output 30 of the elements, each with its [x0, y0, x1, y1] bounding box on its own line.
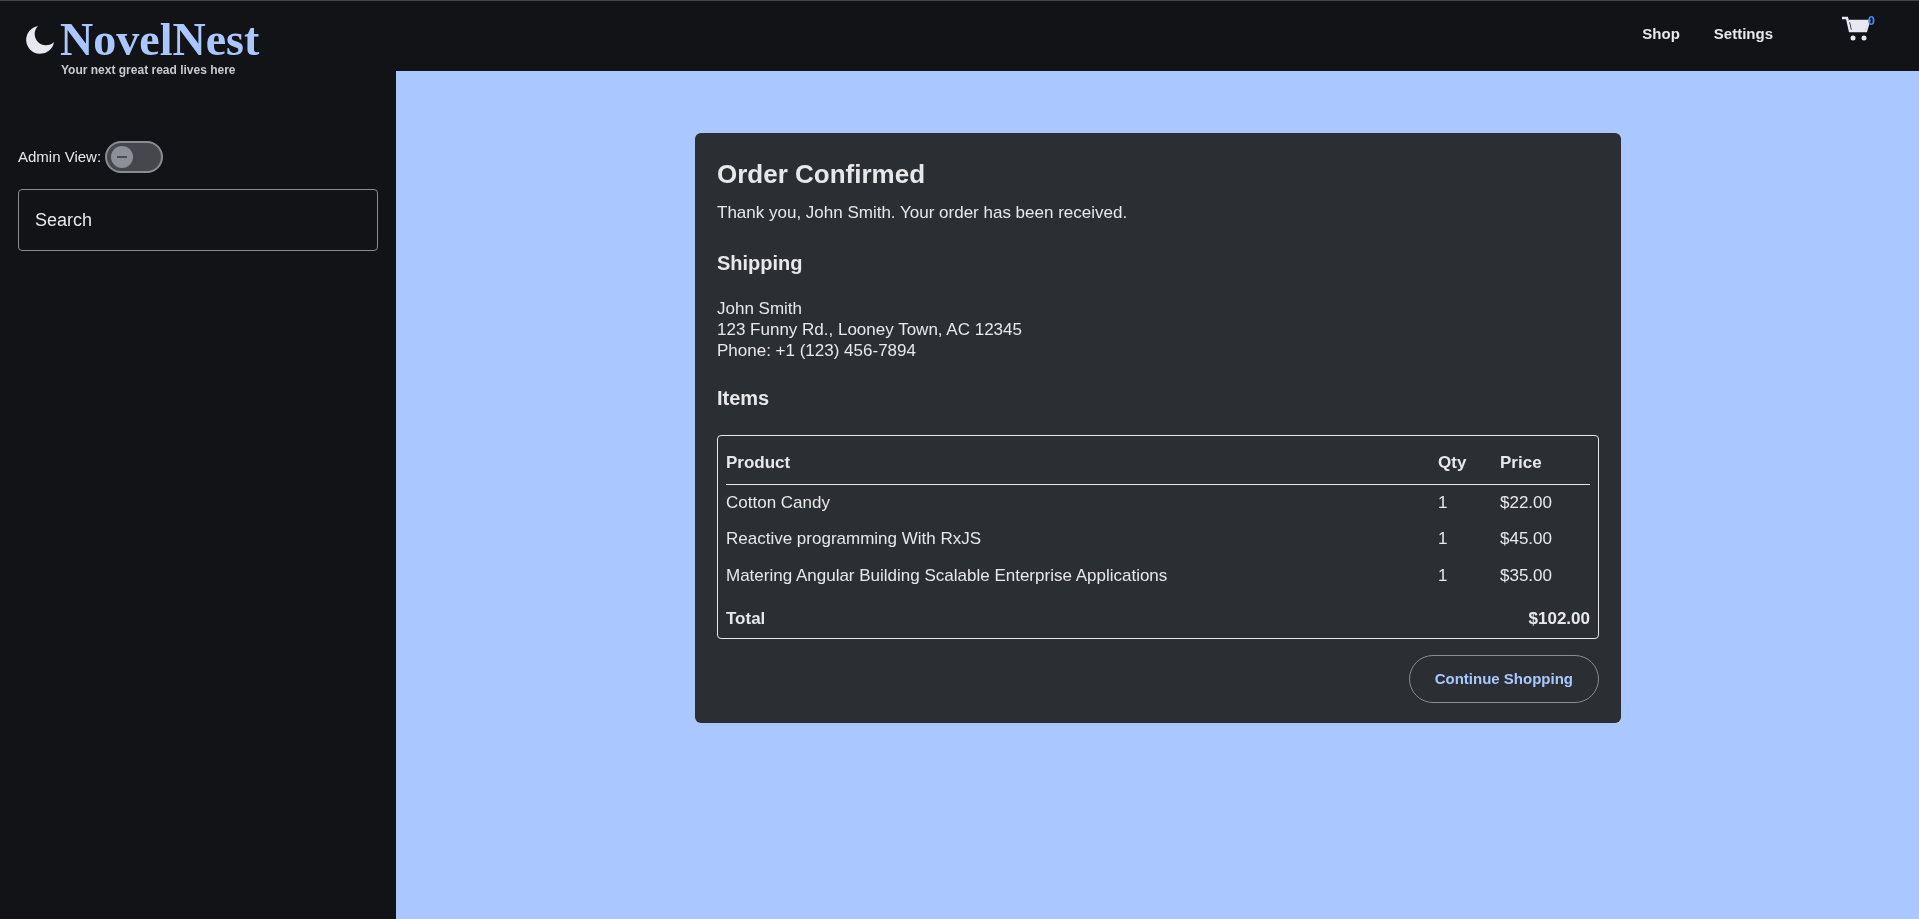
brand-name[interactable]: NovelNest	[60, 17, 260, 63]
moon-icon	[24, 24, 56, 56]
column-header: Price	[1500, 442, 1590, 485]
table-cell-text: $35.00	[1500, 564, 1553, 587]
table-cell-text: $45.00	[1500, 528, 1553, 551]
admin-view-toggle[interactable]	[105, 141, 164, 173]
nav-link[interactable]: Settings	[1713, 23, 1773, 46]
total-label: Total	[726, 608, 767, 631]
table-cell: Cotton Candy	[726, 484, 1438, 522]
admin-view-label: Admin View:	[18, 146, 102, 167]
shipping-address-line: John Smith	[717, 297, 804, 319]
cart-count: 0	[1867, 12, 1875, 30]
column-header: Qty	[1438, 442, 1500, 485]
column-header: Product	[726, 442, 1438, 485]
order-title: Order Confirmed	[717, 158, 927, 191]
search-field[interactable]: Search	[18, 189, 378, 251]
tagline: Your next great read lives here	[61, 62, 237, 79]
shipping-address-line: 123 Funny Rd., Looney Town, AC 12345	[717, 318, 1023, 340]
shipping-address-line: Phone: +1 (123) 456-7894	[717, 340, 917, 362]
table-cell: 1	[1438, 484, 1500, 522]
table-cell: $22.00	[1500, 484, 1590, 522]
table-cell: 1	[1438, 521, 1500, 558]
shipping-heading: Shipping	[717, 250, 804, 276]
table-cell-text: Reactive programming With RxJS	[726, 528, 983, 551]
table-cell-text: Matering Angular Building Scalable Enterprise Applications	[726, 564, 1169, 587]
order-message: Thank you, John Smith. Your order has been received.	[717, 202, 1129, 224]
total-value: $102.00	[1527, 608, 1590, 631]
table-cell: 1	[1438, 557, 1500, 595]
items-heading: Items	[717, 386, 771, 412]
nav-link[interactable]: Shop	[1642, 23, 1680, 46]
